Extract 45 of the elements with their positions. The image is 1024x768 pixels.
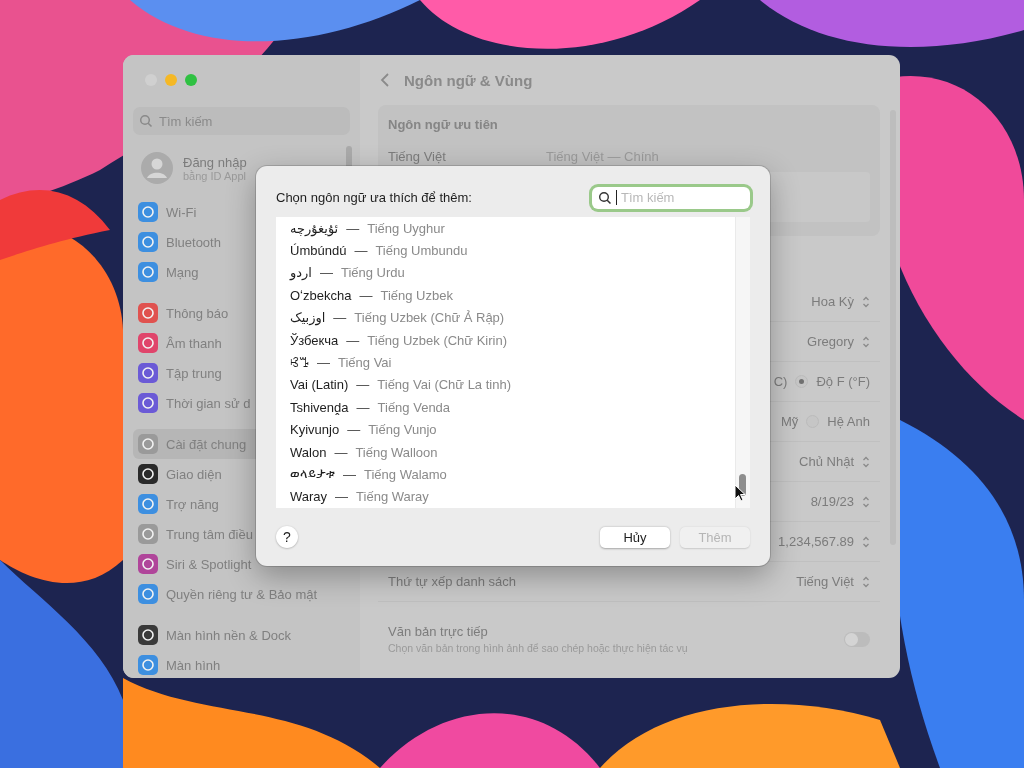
popup-button[interactable]: Tiếng Việt	[796, 574, 870, 589]
radio-label: Mỹ	[781, 414, 799, 429]
popup-button[interactable]: Hoa Kỳ	[811, 294, 870, 309]
setting-label: Văn bản trực tiếp	[388, 624, 489, 639]
language-option[interactable]: Ўзбекча — Tiếng Uzbek (Chữ Kirin)	[290, 328, 735, 352]
section-heading: Ngôn ngữ ưu tiên	[388, 117, 499, 132]
sidebar-item[interactable]: Màn hình	[133, 650, 350, 678]
dialog-prompt: Chọn ngôn ngữ ưa thích để thêm:	[276, 190, 472, 205]
radio-button[interactable]	[795, 375, 809, 388]
search-icon	[139, 114, 153, 128]
stepper-chevron-icon	[862, 534, 870, 549]
language-option[interactable]: Vai (Latin) — Tiếng Vai (Chữ La tinh)	[290, 373, 735, 397]
back-chevron-icon[interactable]	[380, 72, 390, 88]
stepper-chevron-icon	[862, 294, 870, 309]
language-option[interactable]: Oʻzbekcha — Tiếng Uzbek	[290, 284, 735, 307]
radio-label: Hệ Anh	[827, 414, 870, 429]
stepper-chevron-icon	[862, 334, 870, 349]
sidebar-item[interactable]: Quyền riêng tư & Bảo mật	[133, 579, 350, 609]
popup-button[interactable]: Chủ Nhật	[799, 454, 870, 469]
language-option[interactable]: Tshivenḓa — Tiếng Venda	[290, 396, 735, 419]
setting-label: Thứ tự xếp danh sách	[388, 574, 516, 589]
language-option[interactable]: ወላይታቱ — Tiếng Walamo	[290, 463, 735, 486]
account-name[interactable]: Đăng nhập	[183, 154, 247, 170]
popup-button[interactable]: Gregory	[807, 334, 870, 349]
search-icon	[598, 190, 612, 205]
language-name: Tiếng Việt	[388, 149, 447, 164]
help-button[interactable]: ?	[276, 526, 298, 548]
minimize-button[interactable]	[165, 74, 177, 86]
language-option[interactable]: Waray — Tiếng Waray	[290, 485, 735, 508]
sidebar-item[interactable]: Màn hình nền & Dock	[133, 620, 350, 650]
radio-label: C)	[773, 374, 788, 389]
language-option[interactable]: ꕙꔤ — Tiếng Vai	[290, 351, 735, 374]
zoom-button[interactable]	[185, 74, 197, 86]
popup-button[interactable]: 8/19/23	[810, 494, 870, 509]
avatar-icon	[141, 152, 173, 184]
toggle-switch[interactable]	[844, 631, 870, 647]
radio-label: Độ F (°F)	[816, 374, 870, 389]
popup-button[interactable]: 1,234,567.89	[778, 534, 870, 549]
window-title: Ngôn ngữ & Vùng	[404, 71, 533, 89]
stepper-chevron-icon	[862, 494, 870, 509]
stepper-chevron-icon	[862, 454, 870, 469]
cancel-button[interactable]: Hủy	[600, 526, 670, 548]
language-option[interactable]: Úmbúndú — Tiếng Umbundu	[290, 239, 735, 262]
search-field[interactable]: Tìm kiếm	[592, 186, 750, 209]
stepper-chevron-icon	[862, 574, 870, 589]
